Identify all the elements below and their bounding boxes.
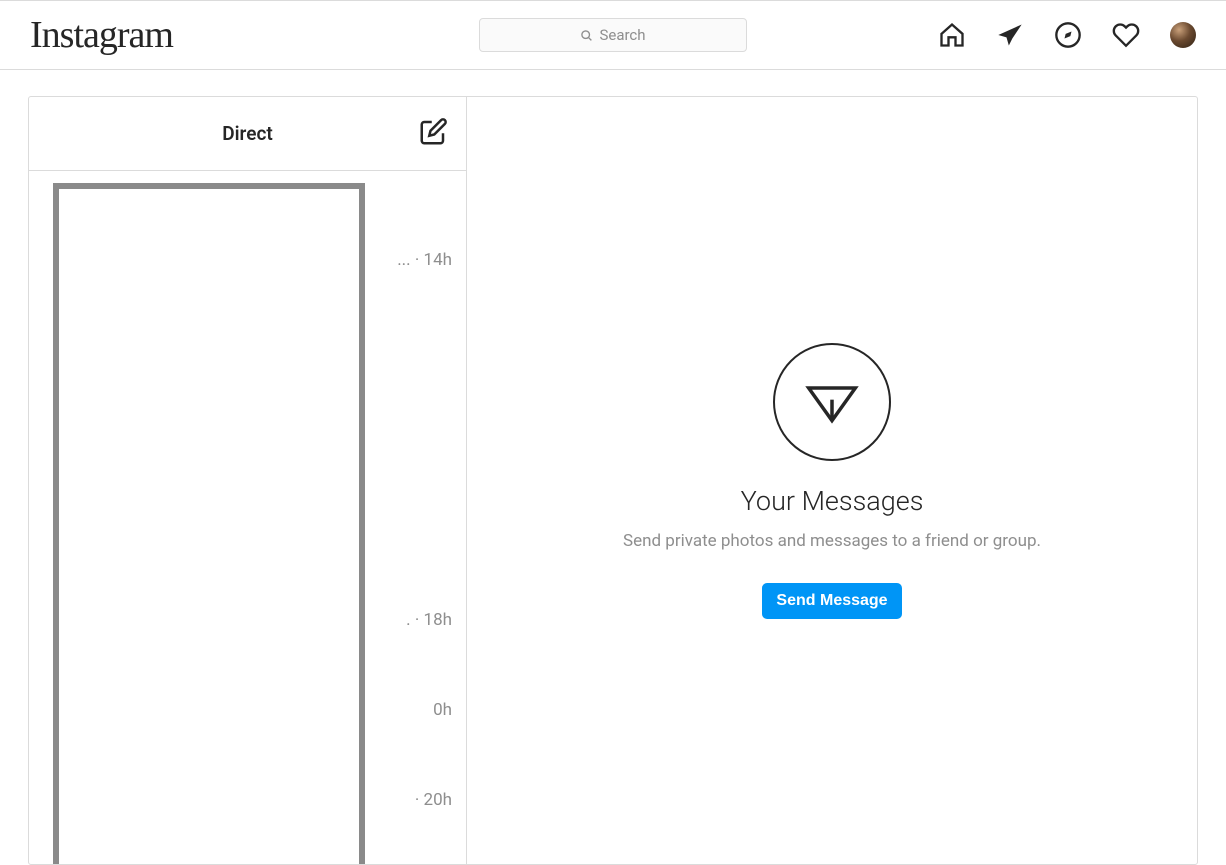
redaction-overlay: [53, 183, 365, 864]
messages-panel: Direct ... · 14h: [28, 96, 1198, 865]
thread-time: ... · 14h: [397, 250, 452, 270]
activity-icon[interactable]: [1112, 21, 1140, 49]
search-input[interactable]: Search: [479, 18, 747, 52]
empty-state-icon-circle: [773, 343, 891, 461]
thread-time: 0h: [433, 700, 452, 720]
thread-list[interactable]: ... · 14h: [29, 171, 466, 864]
search-container: Search: [479, 18, 747, 52]
empty-state-title: Your Messages: [741, 485, 924, 517]
send-message-button[interactable]: Send Message: [762, 583, 901, 619]
sidebar-title[interactable]: Direct: [222, 122, 273, 145]
home-icon[interactable]: [938, 21, 966, 49]
inbox-sidebar: Direct ... · 14h: [29, 97, 467, 864]
thread-time: · 20h: [415, 790, 452, 810]
thread-time: . · 18h: [406, 610, 452, 630]
sidebar-header: Direct: [29, 97, 466, 171]
content-area: Direct ... · 14h: [0, 70, 1226, 865]
empty-state-subtitle: Send private photos and messages to a fr…: [623, 531, 1041, 551]
compose-button[interactable]: [418, 117, 448, 151]
paper-plane-icon: [804, 374, 860, 430]
explore-icon[interactable]: [1054, 21, 1082, 49]
brand-logo[interactable]: Instagram: [30, 13, 173, 57]
top-nav: Instagram Search: [0, 0, 1226, 70]
compose-icon: [418, 117, 448, 147]
search-placeholder: Search: [599, 26, 645, 44]
profile-avatar[interactable]: [1170, 22, 1196, 48]
search-icon: [580, 29, 593, 42]
nav-icons: [938, 21, 1196, 49]
empty-state: Your Messages Send private photos and me…: [467, 97, 1197, 864]
direct-icon[interactable]: [996, 21, 1024, 49]
